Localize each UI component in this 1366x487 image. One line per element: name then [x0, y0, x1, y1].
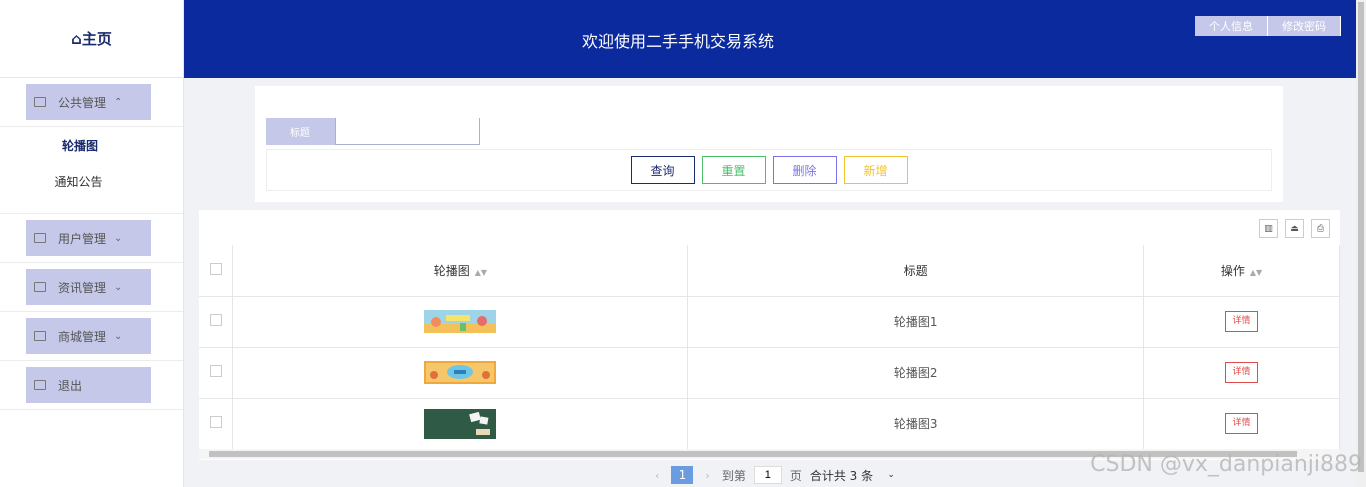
- user-icon: [34, 233, 46, 243]
- table-header-row: 轮播图 ▲▼ 标题 操作 ▲▼: [199, 245, 1340, 297]
- action-buttons: 查询 重置 删除 新增: [266, 149, 1272, 191]
- page-size-select[interactable]: ⌄: [881, 466, 901, 484]
- image-cell: [232, 296, 689, 348]
- goto-page-input[interactable]: [753, 466, 782, 484]
- add-button[interactable]: 新增: [843, 156, 908, 184]
- menu-news-management[interactable]: 资讯管理 ⌄: [26, 269, 151, 305]
- sidebar: ⌂主页 公共管理 ⌃ 轮播图 通知公告 用户管理 ⌄ 资讯管理 ⌄ 商城管理 ⌄: [0, 0, 184, 487]
- pagination: ‹ 1 › 到第 页 合计共 3 条 ⌄: [651, 465, 901, 485]
- menu-group-public: 公共管理 ⌃: [0, 78, 183, 127]
- menu-label: 商城管理: [58, 329, 107, 344]
- header-actions: 个人信息 修改密码: [1195, 16, 1341, 36]
- logout-icon: [34, 380, 46, 390]
- search-row: 标题: [266, 118, 480, 145]
- vertical-scrollbar[interactable]: [1356, 0, 1366, 487]
- title-cell: 轮播图2: [687, 347, 1145, 399]
- header: 欢迎使用二手手机交易系统 个人信息 修改密码: [184, 0, 1356, 78]
- shop-icon: [34, 331, 46, 341]
- menu-label: 用户管理: [58, 231, 107, 246]
- reset-button[interactable]: 重置: [701, 156, 766, 184]
- export-icon[interactable]: ⏏: [1285, 219, 1304, 238]
- row-checkbox[interactable]: [209, 416, 222, 428]
- column-header-title: 标题: [687, 245, 1145, 297]
- header-label: 操作: [1220, 263, 1245, 278]
- next-page-icon[interactable]: ›: [701, 469, 713, 482]
- menu-user-management[interactable]: 用户管理 ⌄: [26, 220, 151, 256]
- search-panel: 标题 查询 重置 删除 新增: [255, 86, 1283, 202]
- page-title: 欢迎使用二手手机交易系统: [581, 32, 774, 51]
- page-number-current[interactable]: 1: [671, 466, 694, 484]
- table-row: 轮播图1 详情: [199, 296, 1340, 348]
- menu-logout[interactable]: 退出: [26, 367, 151, 403]
- row-select-cell: [199, 296, 234, 348]
- carousel-thumbnail-2: [424, 361, 497, 384]
- table-row: 轮播图2 详情: [199, 347, 1340, 399]
- menu-group-logout: 退出: [0, 361, 183, 410]
- goto-label: 到第: [721, 468, 746, 483]
- action-cell: 详情: [1143, 347, 1340, 399]
- chevron-down-icon: ⌄: [114, 330, 123, 342]
- home-link[interactable]: ⌂主页: [71, 28, 112, 49]
- news-icon: [34, 282, 46, 292]
- watermark: CSDN @vx_danpianji889: [1090, 452, 1362, 477]
- page-label: 页: [789, 468, 802, 483]
- scrollbar-thumb[interactable]: [1358, 2, 1364, 472]
- sidebar-item-notice[interactable]: 通知公告: [0, 163, 183, 199]
- table-panel: ▥ ⏏ ⎙ 轮播图 ▲▼ 标题 操作 ▲▼ 轮播图1 详情 轮播图2 详情 轮播…: [199, 210, 1340, 460]
- row-checkbox[interactable]: [209, 365, 222, 377]
- header-label: 标题: [903, 263, 928, 278]
- table-row: 轮播图3 详情: [199, 398, 1340, 450]
- detail-button[interactable]: 详情: [1225, 362, 1259, 383]
- action-cell: 详情: [1143, 398, 1340, 450]
- action-cell: 详情: [1143, 296, 1340, 348]
- menu-shop-management[interactable]: 商城管理 ⌄: [26, 318, 151, 354]
- data-table: 轮播图 ▲▼ 标题 操作 ▲▼ 轮播图1 详情 轮播图2 详情 轮播图3 详情: [199, 245, 1340, 450]
- title-cell: 轮播图3: [687, 398, 1145, 450]
- image-cell: [232, 347, 689, 399]
- submenu: 轮播图 通知公告: [0, 127, 183, 214]
- detail-button[interactable]: 详情: [1225, 311, 1259, 332]
- total-count: 合计共 3 条: [809, 468, 874, 483]
- header-label: 轮播图: [433, 263, 470, 278]
- select-all-checkbox[interactable]: [209, 262, 222, 275]
- layers-icon: [34, 97, 46, 107]
- table-toolbar: ▥ ⏏ ⎙: [1259, 219, 1330, 238]
- title-search-input[interactable]: [335, 118, 480, 145]
- change-password-button[interactable]: 修改密码: [1268, 16, 1341, 36]
- print-icon[interactable]: ⎙: [1311, 219, 1330, 238]
- query-button[interactable]: 查询: [630, 156, 695, 184]
- title-cell: 轮播图1: [687, 296, 1145, 348]
- logo[interactable]: ⌂主页: [0, 0, 183, 78]
- columns-icon[interactable]: ▥: [1259, 219, 1278, 238]
- row-select-cell: [199, 347, 234, 399]
- image-cell: [232, 398, 689, 450]
- sort-icon[interactable]: ▲▼: [1250, 268, 1262, 277]
- search-label: 标题: [266, 118, 335, 145]
- delete-button[interactable]: 删除: [772, 156, 837, 184]
- menu-group-user: 用户管理 ⌄: [0, 214, 183, 263]
- chevron-down-icon: ⌄: [114, 232, 123, 244]
- profile-button[interactable]: 个人信息: [1195, 16, 1268, 36]
- row-select-cell: [199, 398, 234, 450]
- carousel-thumbnail-1: [424, 310, 497, 333]
- detail-button[interactable]: 详情: [1225, 413, 1259, 434]
- chevron-down-icon: ⌄: [114, 281, 123, 293]
- chevron-up-icon: ⌃: [114, 96, 123, 108]
- select-all-cell: [199, 245, 234, 297]
- menu-group-news: 资讯管理 ⌄: [0, 263, 183, 312]
- sidebar-item-carousel[interactable]: 轮播图: [0, 127, 183, 163]
- row-checkbox[interactable]: [209, 314, 222, 326]
- menu-label: 公共管理: [58, 95, 107, 110]
- carousel-thumbnail-3: [424, 408, 497, 439]
- sort-icon[interactable]: ▲▼: [475, 268, 487, 277]
- column-header-image[interactable]: 轮播图 ▲▼: [232, 245, 689, 297]
- menu-label: 资讯管理: [58, 280, 107, 295]
- prev-page-icon[interactable]: ‹: [651, 469, 663, 482]
- column-header-action[interactable]: 操作 ▲▼: [1143, 245, 1340, 297]
- menu-group-shop: 商城管理 ⌄: [0, 312, 183, 361]
- menu-public-management[interactable]: 公共管理 ⌃: [26, 84, 151, 120]
- menu-label: 退出: [58, 378, 83, 393]
